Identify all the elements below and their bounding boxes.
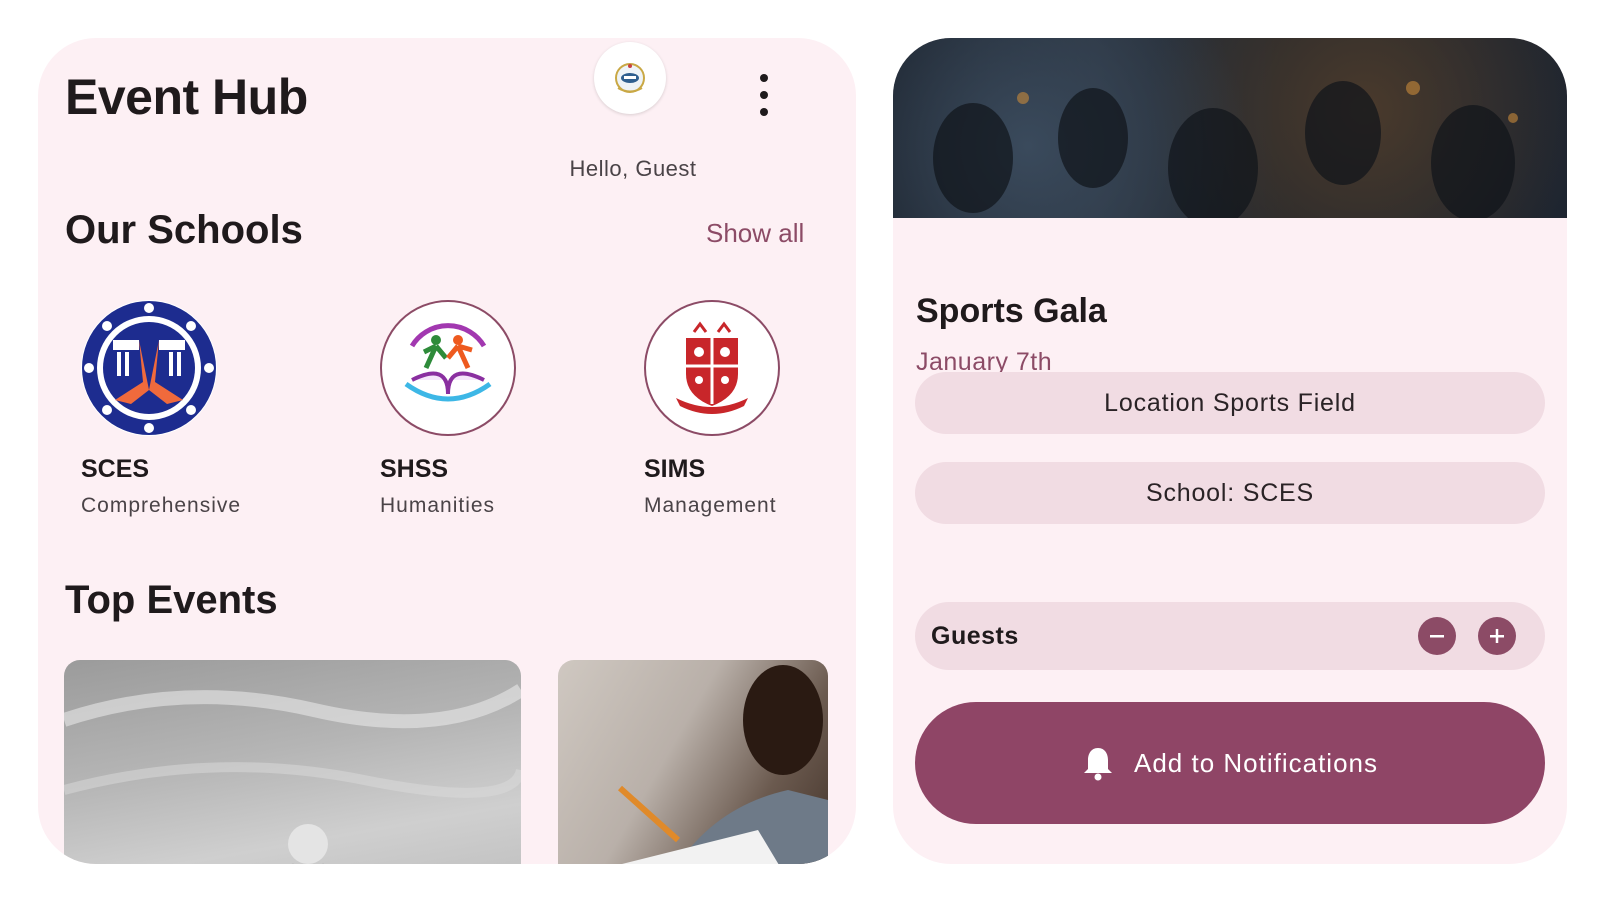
home-screen: Event Hub Hello, Guest Our Schools Show … bbox=[38, 38, 856, 864]
menu-dot bbox=[760, 108, 768, 116]
app-title: Event Hub bbox=[65, 69, 308, 125]
greeting-text: Hello, Guest bbox=[569, 156, 697, 181]
guests-stepper: Guests 1 bbox=[915, 602, 1545, 670]
menu-dot bbox=[760, 74, 768, 82]
decrement-button[interactable] bbox=[1418, 617, 1456, 655]
location-chip: Location Sports Field bbox=[915, 372, 1545, 434]
menu-dot bbox=[760, 91, 768, 99]
school-card-sims[interactable]: SIMS Management bbox=[644, 300, 780, 517]
school-type: Humanities bbox=[380, 494, 496, 517]
plus-icon bbox=[1490, 629, 1504, 643]
school-card-sces[interactable]: SCES Comprehensive bbox=[81, 300, 240, 517]
add-to-notifications-button[interactable]: Add to Notifications bbox=[915, 702, 1545, 824]
school-code: SIMS bbox=[644, 455, 706, 483]
user-avatar[interactable] bbox=[594, 42, 666, 114]
show-all-link[interactable]: Show all bbox=[706, 218, 804, 249]
shss-logo bbox=[380, 300, 516, 436]
guests-label: Guests bbox=[931, 622, 1019, 650]
events-heading: Top Events bbox=[65, 578, 278, 622]
event-hero-image bbox=[893, 38, 1567, 228]
bell-icon bbox=[1082, 745, 1114, 781]
event-image bbox=[617, 665, 828, 864]
more-options-menu-icon[interactable] bbox=[754, 74, 774, 116]
increment-button[interactable] bbox=[1478, 617, 1516, 655]
event-card[interactable] bbox=[558, 660, 828, 864]
school-card-shss[interactable]: SHSS Humanities bbox=[380, 300, 516, 517]
crest-icon bbox=[615, 63, 645, 93]
event-title: Sports Gala bbox=[916, 292, 1107, 330]
school-type: Comprehensive bbox=[81, 494, 242, 517]
sces-logo bbox=[81, 300, 217, 436]
school-code: SCES bbox=[81, 455, 150, 483]
school-code: SHSS bbox=[380, 455, 449, 483]
event-card[interactable] bbox=[64, 660, 521, 864]
sims-logo bbox=[644, 300, 780, 436]
notify-label: Add to Notifications bbox=[1133, 747, 1378, 778]
school-type: Management bbox=[644, 494, 777, 517]
schools-heading: Our Schools bbox=[65, 208, 303, 252]
school-chip: School: SCES bbox=[915, 462, 1545, 524]
event-image bbox=[64, 684, 521, 864]
event-detail-screen: Sports Gala January 7th Location Sports … bbox=[893, 38, 1567, 864]
minus-icon bbox=[1430, 635, 1444, 638]
